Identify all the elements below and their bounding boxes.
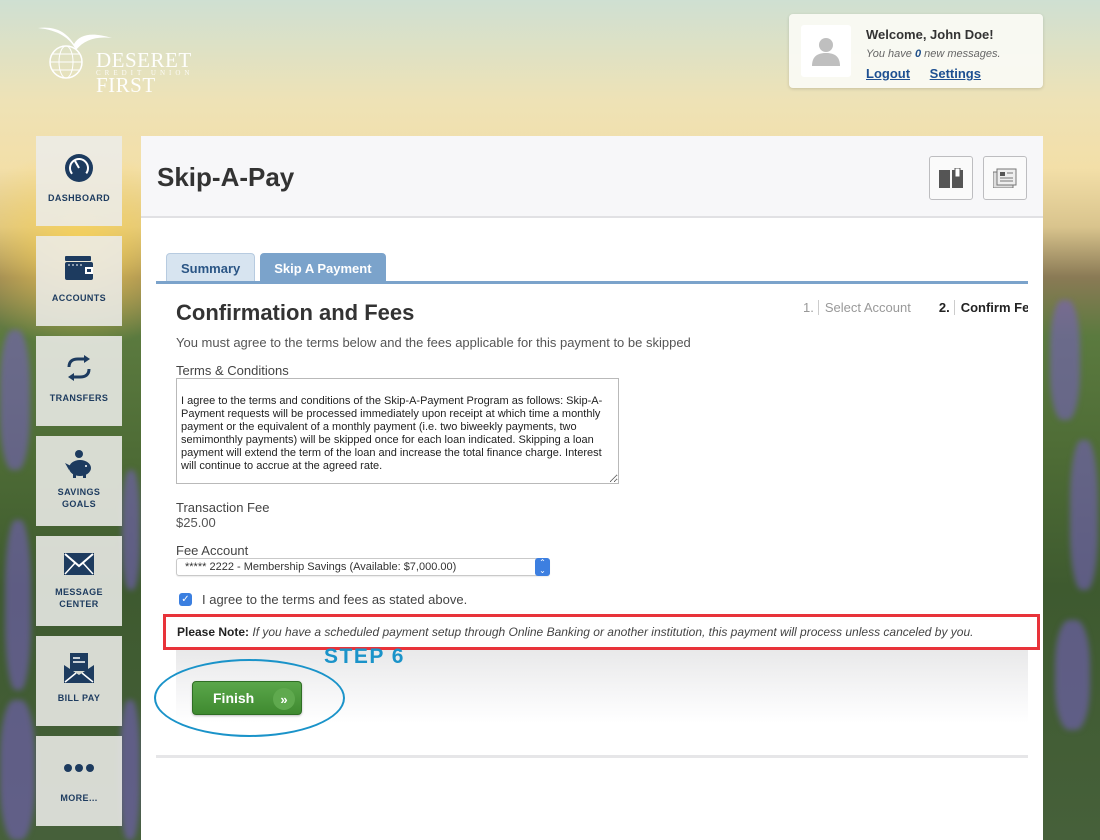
- sidebar-nav: DASHBOARD ACCOUNTS TRANSFERS SAVINGS GOA…: [36, 136, 122, 836]
- agree-checkbox[interactable]: ✓: [179, 593, 192, 606]
- step-number: 2.: [939, 300, 955, 315]
- tab-summary[interactable]: Summary: [166, 253, 256, 283]
- welcome-box: Welcome, John Doe! You have 0 new messag…: [789, 14, 1043, 88]
- messages-prefix: You have: [866, 48, 915, 60]
- main-panel: Skip-A-Pay Summary Skip A Payment Confir…: [141, 136, 1043, 840]
- bottom-divider: [156, 755, 1028, 758]
- tab-skip-a-payment[interactable]: Skip A Payment: [260, 253, 386, 283]
- section-title: Confirmation and Fees: [176, 300, 415, 325]
- logout-link[interactable]: Logout: [866, 66, 910, 81]
- welcome-greeting: Welcome, John Doe!: [866, 27, 994, 42]
- piggy-bank-icon: [63, 448, 95, 480]
- sidebar-item-accounts[interactable]: ACCOUNTS: [36, 236, 122, 326]
- page-title: Skip-A-Pay: [157, 162, 295, 192]
- news-button[interactable]: [983, 156, 1027, 200]
- sidebar-item-label: BILL PAY: [57, 693, 101, 703]
- step-select-account: 1. Select Account: [803, 300, 911, 315]
- brand-subtitle: CREDIT UNION: [96, 69, 194, 77]
- progress-steps: 1. Select Account 2. Confirm Fees: [803, 300, 1028, 315]
- finish-button[interactable]: Finish »: [192, 681, 302, 715]
- avatar[interactable]: [801, 25, 851, 77]
- terms-textarea[interactable]: I agree to the terms and conditions of t…: [176, 378, 619, 484]
- step-number: 1.: [803, 300, 819, 315]
- please-note-banner: Please Note: If you have a scheduled pay…: [163, 614, 1040, 650]
- step-confirm-fees: 2. Confirm Fees: [939, 300, 1028, 315]
- agree-label: I agree to the terms and fees as stated …: [202, 592, 468, 607]
- sidebar-item-label: DASHBOARD: [47, 193, 111, 203]
- action-area: [176, 648, 1028, 723]
- sidebar-item-label: SAVINGS GOALS: [57, 487, 101, 509]
- dashboard-gauge-icon: [64, 152, 94, 184]
- wallet-icon: [64, 252, 94, 284]
- fee-account-label: Fee Account: [176, 543, 249, 558]
- fee-account-selected: ***** 2222 - Membership Savings (Availab…: [185, 561, 457, 573]
- note-text: If you have a scheduled payment setup th…: [252, 625, 974, 639]
- sidebar-item-transfers[interactable]: TRANSFERS: [36, 336, 122, 426]
- sidebar-item-savings-goals[interactable]: SAVINGS GOALS: [36, 436, 122, 526]
- fee-account-select[interactable]: ***** 2222 - Membership Savings (Availab…: [176, 558, 550, 576]
- user-silhouette-icon: [812, 38, 840, 66]
- step-annotation: STEP 6: [324, 645, 405, 668]
- sidebar-item-dashboard[interactable]: DASHBOARD: [36, 136, 122, 226]
- transaction-fee-value: $25.00: [176, 515, 216, 530]
- transaction-fee-label: Transaction Fee: [176, 500, 270, 515]
- agree-row: ✓ I agree to the terms and fees as state…: [179, 592, 467, 607]
- messages-status: You have 0 new messages.: [866, 48, 1001, 60]
- double-chevron-right-icon: »: [273, 688, 295, 710]
- panel-header: Skip-A-Pay: [141, 136, 1043, 218]
- sidebar-item-label: TRANSFERS: [49, 393, 109, 403]
- sidebar-item-label: MORE...: [60, 793, 98, 803]
- settings-link[interactable]: Settings: [930, 66, 981, 81]
- select-updown-icon: ⌃ ⌄: [535, 558, 550, 576]
- messages-suffix: new messages.: [921, 48, 1001, 60]
- sidebar-item-label: ACCOUNTS: [51, 293, 107, 303]
- sidebar-item-bill-pay[interactable]: BILL PAY: [36, 636, 122, 726]
- step-label: Confirm Fees: [960, 300, 1028, 315]
- more-dots-icon: [63, 752, 95, 784]
- help-book-button[interactable]: [929, 156, 973, 200]
- sidebar-item-more[interactable]: MORE...: [36, 736, 122, 826]
- sidebar-item-label: MESSAGE CENTER: [55, 587, 103, 609]
- tab-divider: [156, 281, 1028, 284]
- sidebar-item-message-center[interactable]: MESSAGE CENTER: [36, 536, 122, 626]
- brand-logo[interactable]: DESERET FIRST CREDIT UNION: [36, 22, 256, 97]
- step-label: Select Account: [824, 300, 911, 315]
- bill-envelope-icon: [64, 652, 94, 684]
- finish-label: Finish: [213, 690, 255, 706]
- newspaper-icon: [993, 168, 1017, 188]
- intro-text: You must agree to the terms below and th…: [176, 335, 691, 350]
- book-icon: [939, 168, 963, 188]
- note-label: Please Note:: [177, 625, 250, 639]
- tab-bar: Summary Skip A Payment: [166, 253, 391, 283]
- envelope-icon: [64, 548, 94, 580]
- transfer-arrows-icon: [64, 352, 94, 384]
- terms-label: Terms & Conditions: [176, 363, 289, 378]
